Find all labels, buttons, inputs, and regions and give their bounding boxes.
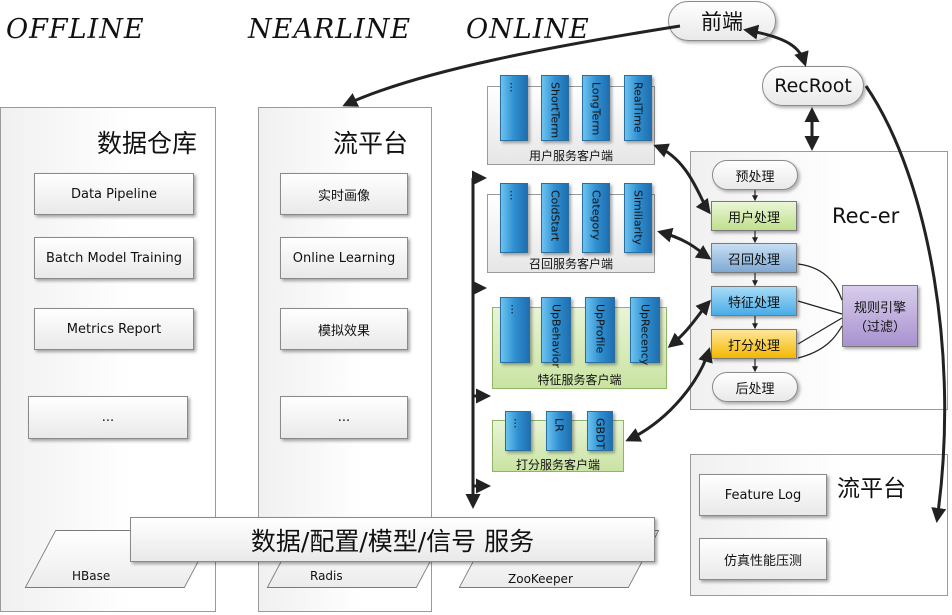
connector-lines	[342, 24, 947, 523]
